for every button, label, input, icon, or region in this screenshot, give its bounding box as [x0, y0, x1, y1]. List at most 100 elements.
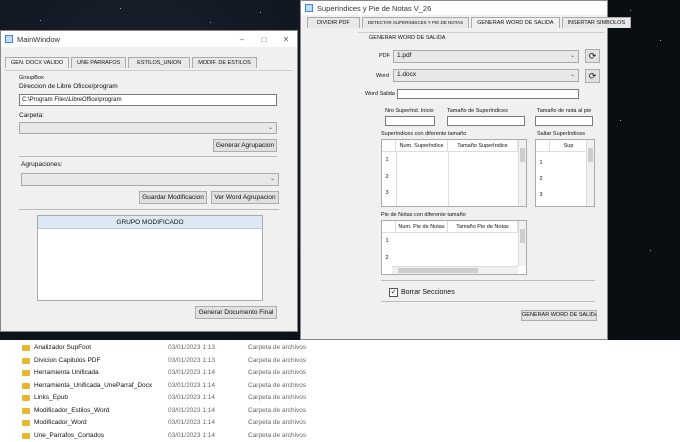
- file-date: 03/01/2023 1:14: [168, 419, 215, 426]
- file-name: Herramienta Unificada: [34, 369, 99, 376]
- file-name: Links_Epub: [34, 394, 68, 401]
- star: [210, 22, 211, 23]
- file-type: Carpeta de archivos: [248, 419, 307, 426]
- tab-insertar-simbolos[interactable]: INSERTAR SIMBOLOS: [561, 17, 632, 28]
- folder-icon: [22, 432, 30, 439]
- file-name: Une_Parrafos_Cortados: [34, 431, 105, 439]
- divider: [381, 280, 595, 281]
- file-type: Carpeta de archivos: [248, 356, 307, 364]
- grupo-modificado-list[interactable]: GRUPO MODIFICADO: [37, 215, 263, 301]
- divider: [381, 301, 595, 302]
- tamano-nota-al-pie-input[interactable]: [535, 116, 593, 126]
- pdf-select[interactable]: 1.pdf ⌄: [393, 50, 579, 63]
- borrar-secciones-label: Borrar Secciones: [401, 289, 455, 296]
- scrollbar-thumb[interactable]: [520, 229, 525, 243]
- tab-gen-docx-valido[interactable]: GEN. DOCX VALIDO: [5, 57, 70, 68]
- file-row[interactable]: Herramienta_Unificada_UneParraf_Docx 03/0…: [0, 380, 680, 392]
- scrollbar-thumb[interactable]: [520, 148, 525, 162]
- scrollbar-thumb[interactable]: [588, 148, 593, 162]
- file-row[interactable]: Analizador SupFoot 03/01/2023 1:13 Carpeta…: [0, 342, 680, 354]
- tab-generar-word-de-salida[interactable]: GENERAR WORD DE SALIDA: [471, 17, 560, 28]
- scrollbar-thumb[interactable]: [398, 268, 478, 273]
- borrar-secciones-checkbox[interactable]: ✓: [389, 288, 398, 297]
- tab-dividir-pdf[interactable]: DIVIDIR PDF: [307, 17, 360, 28]
- row-number: 3: [539, 192, 543, 198]
- table-header: Num. Pie de Notas: [396, 221, 448, 233]
- star: [620, 120, 621, 121]
- saltar-superindices-table[interactable]: Sup 1 2 3: [535, 139, 595, 207]
- tab-detectar-superindices[interactable]: DETECTAR SUPERINDICES Y PIE DE NOTAS: [361, 17, 470, 28]
- superindices-titlebar[interactable]: SuperIndices y Pie de Notas V_26: [301, 1, 607, 15]
- row-number: 1: [385, 157, 389, 163]
- nro-superind-inicio-label: Nro SuperInd. Inicio: [385, 108, 434, 114]
- app-icon: [305, 4, 313, 12]
- pie-de-notas-table[interactable]: Num. Pie de Notas Tamaño Pie de Notas 1 …: [381, 220, 527, 275]
- refresh-word-button[interactable]: ⟳: [585, 69, 600, 83]
- libreoffice-dir-input[interactable]: C:\Program Files\LibreOffice\program: [19, 94, 277, 106]
- carpeta-select[interactable]: ⌄: [19, 122, 277, 134]
- chevron-down-icon: ⌄: [267, 125, 273, 131]
- row-number: 1: [385, 238, 389, 244]
- word-salida-input[interactable]: [397, 89, 579, 99]
- table-header: Sup: [550, 140, 588, 152]
- carpeta-label: Carpeta:: [19, 112, 44, 119]
- tab-pane-border: [5, 70, 293, 71]
- file-name: Modificador_Estilos_Word: [34, 406, 110, 414]
- star: [630, 10, 631, 11]
- tamano-superindices-input[interactable]: [447, 116, 525, 126]
- generar-word-salida-button[interactable]: GENERAR WORD DE SALIDA: [521, 310, 597, 321]
- superindices-diff-table[interactable]: Num. SuperIndice Tamaño SuperIndice 1 2 …: [381, 139, 527, 207]
- close-icon[interactable]: ✕: [275, 35, 297, 44]
- refresh-pdf-button[interactable]: ⟳: [585, 49, 600, 63]
- column-divider: [396, 152, 397, 206]
- libreoffice-dir-label: Direccion de Libre Oficce/program: [19, 83, 118, 90]
- minimize-icon[interactable]: –: [231, 35, 253, 44]
- file-date: 03/01/2023 1:14: [168, 406, 215, 414]
- file-row[interactable]: Links_Epub 03/01/2023 1:14 Carpeta de arch…: [0, 392, 680, 404]
- file-row[interactable]: Modificador_Word 03/01/2023 1:14 Carpeta d…: [0, 417, 680, 429]
- file-type: Carpeta de archivos: [248, 406, 307, 414]
- refresh-icon: ⟳: [588, 51, 597, 61]
- file-explorer-list: Analizador SupFoot 03/01/2023 1:13 Carpeta…: [0, 340, 680, 442]
- tab-pane-border: [358, 32, 604, 33]
- generar-documento-final-button[interactable]: Generar Documento Final: [195, 306, 277, 319]
- table-header: Tamaño SuperIndice: [448, 140, 518, 152]
- main-window-titlebar[interactable]: MainWindow – □ ✕: [1, 31, 297, 47]
- file-row[interactable]: Herramienta Unificada 03/01/2023 1:14 Carp…: [0, 367, 680, 379]
- tab-une-parrafos[interactable]: UNE PARRAFOS: [71, 57, 127, 68]
- file-row[interactable]: Divicion Capitulos PDF 03/01/2023 1:13 Car…: [0, 355, 680, 367]
- star: [260, 12, 261, 13]
- tamano-nota-al-pie-label: Tamaño de nota al pie: [537, 108, 592, 114]
- file-row[interactable]: Modificador_Estilos_Word 03/01/2023 1:14 C…: [0, 405, 680, 417]
- tab-estilos-union[interactable]: ESTILOS_UNION: [128, 57, 191, 68]
- row-number: 1: [539, 160, 543, 166]
- file-type: Carpeta de archivos: [248, 431, 307, 439]
- main-window: MainWindow – □ ✕ GEN. DOCX VALIDO UNE PA…: [0, 30, 298, 332]
- vertical-scrollbar[interactable]: [586, 140, 594, 206]
- vertical-scrollbar[interactable]: [518, 140, 526, 206]
- saltar-superindices-label: Saltar SuperIndices: [537, 131, 585, 137]
- generar-agrupacion-button[interactable]: Generar Agrupacion: [213, 139, 277, 152]
- table-header: Num. SuperIndice: [396, 140, 448, 152]
- guardar-modificacion-button[interactable]: Guardar Modificacion: [139, 191, 207, 204]
- file-row[interactable]: Une_Parrafos_Cortados 03/01/2023 1:14 Carp…: [0, 430, 680, 442]
- maximize-icon[interactable]: □: [253, 35, 275, 44]
- main-window-title: MainWindow: [17, 34, 60, 44]
- file-date: 03/01/2023 1:14: [168, 369, 215, 376]
- pdf-select-value: 1.pdf: [397, 52, 412, 59]
- chevron-down-icon: ⌄: [569, 72, 575, 78]
- word-select[interactable]: 1.docx ⌄: [393, 69, 579, 82]
- folder-icon: [22, 382, 30, 389]
- agrupaciones-select[interactable]: ⌄: [21, 173, 279, 186]
- horizontal-scrollbar[interactable]: [392, 266, 518, 274]
- folder-icon: [22, 407, 30, 414]
- refresh-icon: ⟳: [588, 71, 597, 81]
- nro-superind-inicio-input[interactable]: [385, 116, 435, 126]
- row-number: 3: [385, 190, 389, 196]
- folder-icon: [22, 420, 30, 426]
- ver-word-agrupacion-button[interactable]: Ver Word Agrupacion: [211, 191, 279, 204]
- file-date: 03/01/2023 1:14: [168, 381, 215, 389]
- vertical-scrollbar[interactable]: [518, 221, 526, 266]
- pie-de-notas-label: Pie de Notas con diferente tamaño: [381, 212, 466, 218]
- tab-modif-de-estilos[interactable]: MODIF. DE ESTILOS: [192, 57, 257, 68]
